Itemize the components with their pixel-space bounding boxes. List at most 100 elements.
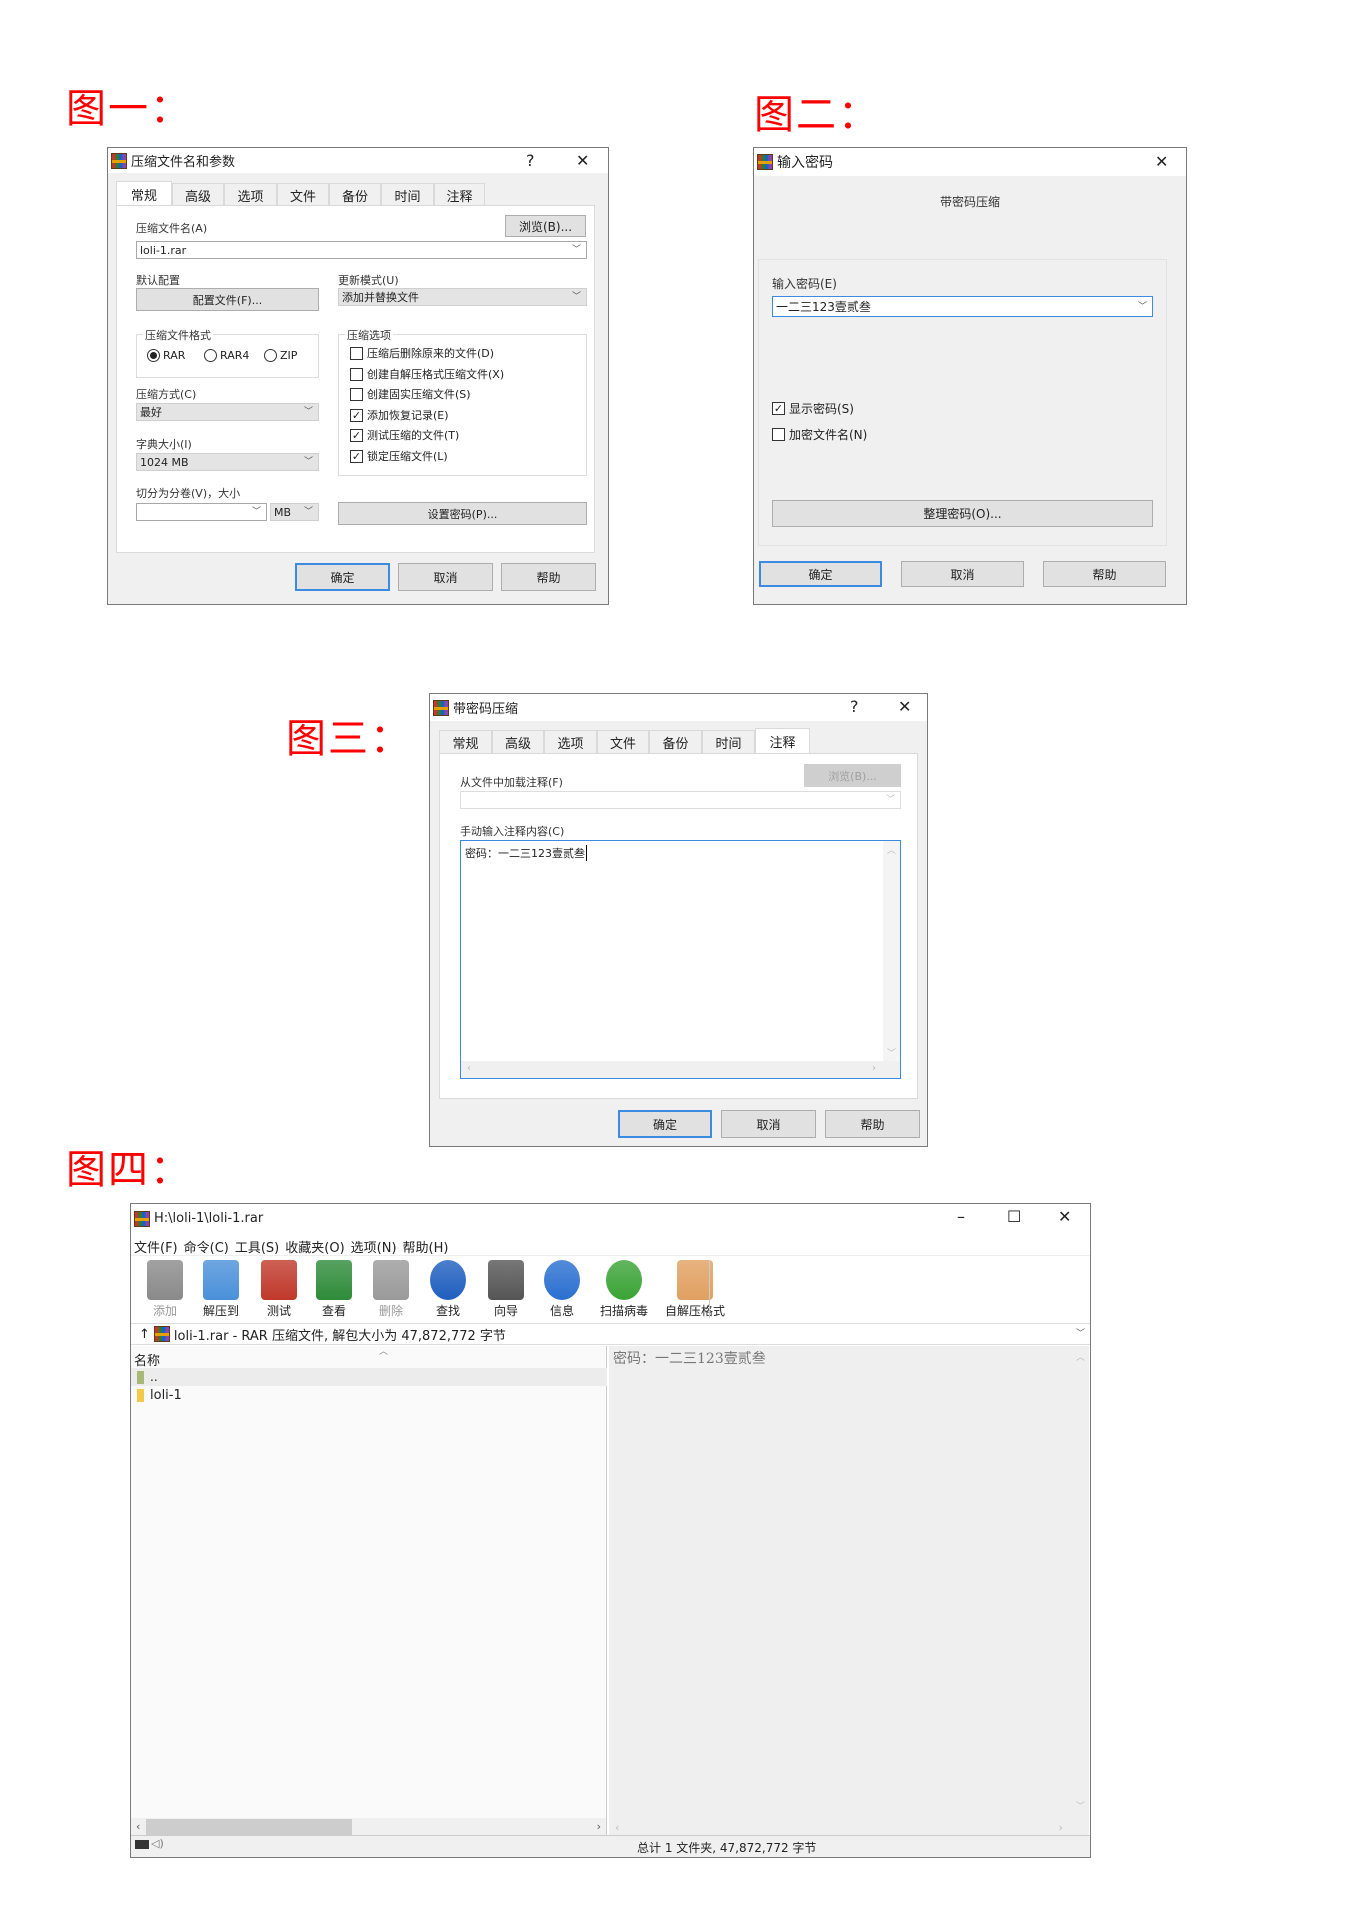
toolbar-button-4[interactable]: 删除 bbox=[365, 1260, 417, 1319]
tab-files[interactable]: 文件 bbox=[597, 730, 649, 753]
profiles-button[interactable]: 配置文件(F)... bbox=[136, 288, 319, 311]
scroll-left-icon[interactable]: ‹ bbox=[467, 1063, 471, 1074]
split-label: 切分为分卷(V)，大小 bbox=[136, 487, 241, 500]
dictionary-select[interactable]: 1024 MB ﹀ bbox=[136, 453, 319, 471]
set-password-button[interactable]: 设置密码(P)... bbox=[338, 502, 587, 525]
horizontal-scrollbar[interactable]: ‹ › bbox=[131, 1818, 606, 1836]
toolbar-button-6[interactable]: 向导 bbox=[480, 1260, 532, 1319]
help-button[interactable]: ? bbox=[526, 151, 535, 170]
load-comment-combo[interactable]: ﹀ bbox=[460, 791, 901, 809]
help-dialog-button[interactable]: 帮助 bbox=[501, 563, 596, 591]
scroll-right-icon[interactable]: › bbox=[872, 1063, 876, 1074]
cancel-button[interactable]: 取消 bbox=[721, 1110, 816, 1138]
option-delete-after[interactable]: 压缩后删除原来的文件(D) bbox=[350, 345, 494, 361]
menu-favorites[interactable]: 收藏夹(O) bbox=[285, 1237, 344, 1256]
chevron-down-icon[interactable]: ﹀ bbox=[1076, 1326, 1085, 1339]
option-lock[interactable]: ✓ 锁定压缩文件(L) bbox=[350, 448, 448, 464]
radio-zip[interactable]: ZIP bbox=[264, 349, 297, 362]
menu-help[interactable]: 帮助(H) bbox=[403, 1237, 449, 1256]
browse-button[interactable]: 浏览(B)... bbox=[505, 215, 586, 237]
toolbar-button-1[interactable]: 解压到 bbox=[195, 1260, 247, 1319]
tab-advanced[interactable]: 高级 bbox=[492, 730, 544, 753]
option-label: 锁定压缩文件(L) bbox=[367, 450, 448, 463]
scrollbar-thumb[interactable] bbox=[146, 1819, 352, 1835]
close-button[interactable]: ✕ bbox=[1155, 152, 1168, 171]
toolbar-button-0[interactable]: 添加 bbox=[139, 1260, 191, 1319]
encrypt-filenames-checkbox[interactable]: 加密文件名(N) bbox=[772, 426, 867, 443]
tab-time[interactable]: 时间 bbox=[702, 730, 755, 753]
status-bar: ◁) 总计 1 文件夹, 47,872,772 字节 bbox=[131, 1835, 1090, 1857]
option-recovery[interactable]: ✓ 添加恢复记录(E) bbox=[350, 407, 449, 423]
menu-tools[interactable]: 工具(S) bbox=[235, 1237, 279, 1256]
menu-file[interactable]: 文件(F) bbox=[134, 1237, 178, 1256]
tab-files[interactable]: 文件 bbox=[277, 183, 329, 206]
scroll-down-icon[interactable]: ﹀ bbox=[1076, 1799, 1085, 1812]
close-button[interactable]: ✕ bbox=[576, 151, 589, 170]
tab-options[interactable]: 选项 bbox=[544, 730, 597, 753]
tab-general[interactable]: 常规 bbox=[116, 181, 172, 206]
option-solid[interactable]: 创建固实压缩文件(S) bbox=[350, 386, 471, 402]
ok-button[interactable]: 确定 bbox=[295, 563, 390, 591]
organize-passwords-button[interactable]: 整理密码(O)... bbox=[772, 500, 1153, 527]
help-dialog-button[interactable]: 帮助 bbox=[1043, 561, 1166, 587]
comment-textarea[interactable]: 密码：一二三123壹贰叁 ︿ ﹀ ‹ › bbox=[460, 840, 901, 1079]
toolbar-button-9[interactable]: 自解压格式 bbox=[664, 1260, 726, 1319]
radio-rar4[interactable]: RAR4 bbox=[204, 349, 249, 362]
toolbar-label: 扫描病毒 bbox=[599, 1304, 648, 1318]
show-password-checkbox[interactable]: ✓ 显示密码(S) bbox=[772, 400, 854, 417]
update-mode-select[interactable]: 添加并替换文件 ﹀ bbox=[338, 288, 587, 306]
column-header-name[interactable]: 名称 bbox=[134, 1350, 160, 1369]
toolbar-button-5[interactable]: 查找 bbox=[422, 1260, 474, 1319]
toolbar-button-3[interactable]: 查看 bbox=[308, 1260, 360, 1319]
scroll-down-icon[interactable]: ﹀ bbox=[887, 1046, 896, 1059]
ok-button[interactable]: 确定 bbox=[759, 561, 882, 587]
toolbar-button-7[interactable]: 信息 bbox=[536, 1260, 588, 1319]
scroll-right-icon[interactable]: › bbox=[597, 1820, 601, 1833]
ok-button[interactable]: 确定 bbox=[618, 1110, 712, 1138]
close-button[interactable]: ✕ bbox=[1058, 1207, 1071, 1226]
option-test[interactable]: ✓ 测试压缩的文件(T) bbox=[350, 427, 459, 443]
method-label: 压缩方式(C) bbox=[136, 388, 197, 401]
scroll-left-icon[interactable]: ‹ bbox=[615, 1821, 619, 1834]
menu-commands[interactable]: 命令(C) bbox=[184, 1237, 229, 1256]
tab-options[interactable]: 选项 bbox=[224, 183, 277, 206]
scroll-right-icon[interactable]: › bbox=[1059, 1821, 1063, 1834]
vertical-scrollbar[interactable]: ︿ ﹀ bbox=[883, 841, 900, 1061]
close-button[interactable]: ✕ bbox=[898, 697, 911, 716]
tab-backup[interactable]: 备份 bbox=[329, 183, 381, 206]
tab-backup[interactable]: 备份 bbox=[649, 730, 702, 753]
address-bar[interactable]: ↑ loli-1.rar - RAR 压缩文件, 解包大小为 47,872,77… bbox=[131, 1323, 1090, 1345]
tab-comment[interactable]: 注释 bbox=[755, 728, 810, 753]
archive-name-input[interactable]: loli-1.rar ﹀ bbox=[136, 241, 587, 259]
menu-options[interactable]: 选项(N) bbox=[351, 1237, 397, 1256]
up-arrow-icon[interactable]: ↑ bbox=[139, 1327, 150, 1342]
file-row[interactable]: loli-1 bbox=[131, 1386, 607, 1404]
tab-advanced[interactable]: 高级 bbox=[172, 183, 224, 206]
scroll-up-icon[interactable]: ︿ bbox=[887, 843, 896, 856]
option-sfx[interactable]: 创建自解压格式压缩文件(X) bbox=[350, 366, 504, 382]
split-unit-select[interactable]: MB ﹀ bbox=[270, 503, 319, 521]
minimize-button[interactable]: – bbox=[957, 1207, 965, 1226]
scroll-left-icon[interactable]: ‹ bbox=[136, 1820, 140, 1833]
scroll-up-icon[interactable]: ︿ bbox=[1076, 1350, 1085, 1363]
extract-folder-icon bbox=[203, 1260, 239, 1300]
radio-rar[interactable]: RAR bbox=[147, 349, 185, 362]
horizontal-scrollbar[interactable]: ‹ › bbox=[461, 1061, 900, 1078]
toolbar-button-8[interactable]: 扫描病毒 bbox=[598, 1260, 650, 1319]
cancel-button[interactable]: 取消 bbox=[901, 561, 1024, 587]
help-button[interactable]: ? bbox=[850, 697, 859, 716]
toolbar: 添加 解压到 测试 查看 删除 查找 向导 信息 扫描病毒 自解压格式 bbox=[131, 1255, 1090, 1322]
maximize-button[interactable]: ☐ bbox=[1007, 1207, 1021, 1226]
toolbar-button-2[interactable]: 测试 bbox=[253, 1260, 305, 1319]
checkbox-label: 显示密码(S) bbox=[789, 402, 854, 416]
file-row[interactable]: .. bbox=[131, 1368, 607, 1386]
browse-button[interactable]: 浏览(B)... bbox=[804, 764, 901, 787]
split-size-input[interactable]: ﹀ bbox=[136, 503, 267, 521]
help-dialog-button[interactable]: 帮助 bbox=[825, 1110, 920, 1138]
tab-comment[interactable]: 注释 bbox=[434, 183, 485, 206]
password-input[interactable]: 一二三123壹贰叁 ﹀ bbox=[772, 296, 1153, 317]
tab-time[interactable]: 时间 bbox=[381, 183, 434, 206]
tab-general[interactable]: 常规 bbox=[439, 730, 492, 753]
cancel-button[interactable]: 取消 bbox=[398, 563, 493, 591]
method-select[interactable]: 最好 ﹀ bbox=[136, 403, 319, 421]
